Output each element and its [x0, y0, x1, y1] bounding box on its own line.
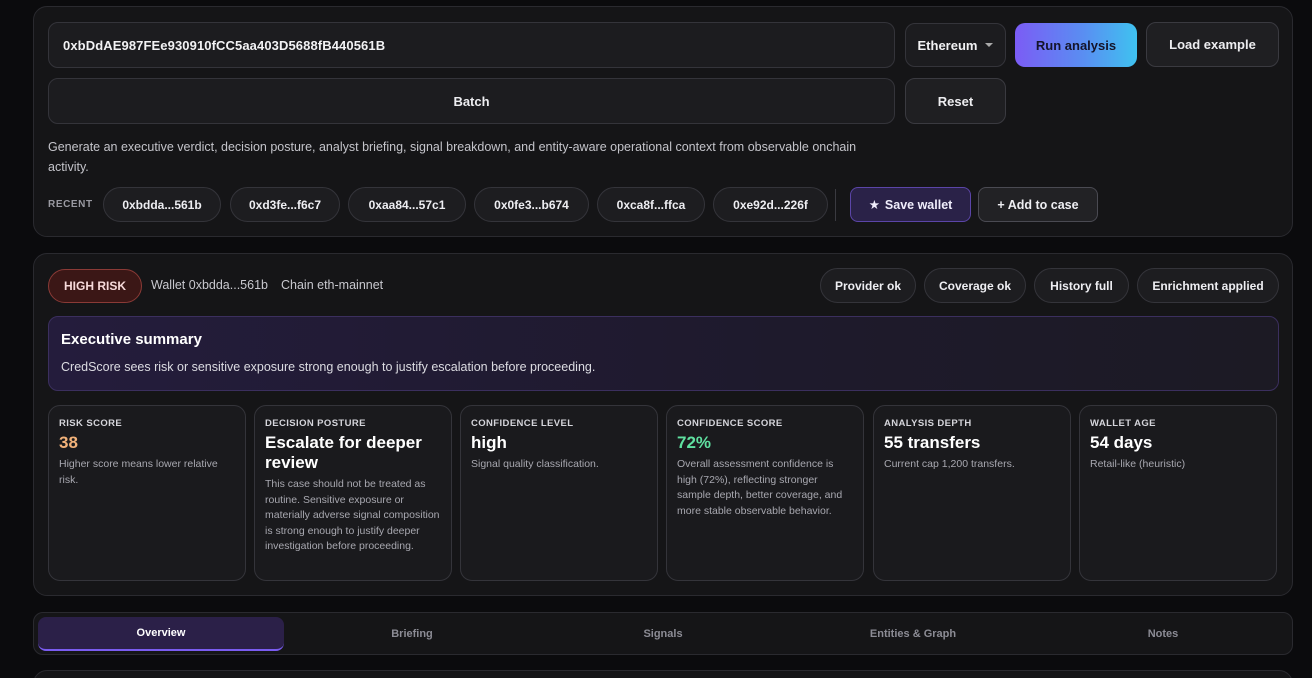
load-example-button[interactable]: Load example	[1146, 22, 1279, 67]
recent-wallet-chip[interactable]: 0xbdda...561b	[103, 187, 221, 222]
chevron-down-icon	[985, 43, 994, 47]
metric-value: 38	[59, 433, 78, 452]
metric-value: 72%	[677, 433, 712, 452]
metric-label: DECISION POSTURE	[265, 418, 366, 429]
result-tab-bar: Overview Briefing Signals Entities & Gra…	[33, 612, 1293, 655]
analysis-result-panel: HIGH RISK Wallet 0xbdda...561b Chain eth…	[33, 253, 1293, 596]
tab-overview[interactable]: Overview	[38, 617, 284, 651]
tab-content-panel	[33, 670, 1293, 678]
metric-value: 54 days	[1090, 433, 1153, 452]
metric-description: Retail-like (heuristic)	[1090, 458, 1186, 470]
risk-level-badge: HIGH RISK	[48, 269, 142, 303]
executive-summary: Executive summary CredScore sees risk or…	[48, 316, 1279, 391]
metric-description: This case should not be treated as routi…	[265, 478, 440, 552]
wallet-meta: Wallet 0xbdda...561b	[151, 278, 268, 292]
analysis-input-panel: 0xbDdAE987FEe930910fCC5aa403D5688fB44056…	[33, 6, 1293, 237]
metric-value: 55 transfers	[884, 433, 981, 452]
metric-description: Current cap 1,200 transfers.	[884, 458, 1015, 470]
recent-wallet-chip[interactable]: 0xd3fe...f6c7	[230, 187, 340, 222]
recent-wallet-chip[interactable]: 0xaa84...57c1	[348, 187, 466, 222]
metric-description: Overall assessment confidence is high (7…	[677, 458, 843, 517]
metric-card-wallet-age: WALLET AGE 54 days Retail-like (heuristi…	[1079, 405, 1277, 581]
metric-label: CONFIDENCE LEVEL	[471, 418, 574, 429]
metric-description: Higher score means lower relative risk.	[59, 458, 218, 486]
metric-description: Signal quality classification.	[471, 458, 599, 470]
star-icon: ★	[868, 198, 880, 212]
metric-card-confidence-score: CONFIDENCE SCORE 72% Overall assessment …	[666, 405, 864, 581]
status-chip-history: History full	[1034, 268, 1129, 303]
tab-entities-graph[interactable]: Entities & Graph	[790, 617, 1036, 651]
chain-select-value: Ethereum	[917, 37, 978, 53]
metric-label: CONFIDENCE SCORE	[677, 418, 783, 429]
recent-wallet-chip[interactable]: 0xca8f...ffca	[597, 187, 705, 222]
executive-summary-text: CredScore sees risk or sensitive exposur…	[61, 360, 596, 374]
chain-select[interactable]: Ethereum	[905, 23, 1006, 67]
wallet-address-input[interactable]: 0xbDdAE987FEe930910fCC5aa403D5688fB44056…	[48, 22, 895, 68]
metric-value: Escalate for deeper review	[265, 433, 422, 472]
metric-value: high	[471, 433, 507, 452]
metric-card-confidence-level: CONFIDENCE LEVEL high Signal quality cla…	[460, 405, 658, 581]
metric-label: RISK SCORE	[59, 418, 123, 429]
batch-button[interactable]: Batch	[48, 78, 895, 124]
metric-label: ANALYSIS DEPTH	[884, 418, 972, 429]
tab-signals[interactable]: Signals	[540, 617, 786, 651]
metric-card-analysis-depth: ANALYSIS DEPTH 55 transfers Current cap …	[873, 405, 1071, 581]
reset-button[interactable]: Reset	[905, 78, 1006, 124]
status-chip-coverage: Coverage ok	[924, 268, 1026, 303]
metric-card-risk-score: RISK SCORE 38 Higher score means lower r…	[48, 405, 246, 581]
divider	[835, 189, 836, 221]
status-chip-provider: Provider ok	[820, 268, 916, 303]
save-wallet-label: Save wallet	[884, 197, 953, 212]
tab-notes[interactable]: Notes	[1040, 617, 1286, 651]
save-wallet-button[interactable]: ★ Save wallet	[850, 187, 971, 222]
recent-label: RECENT	[48, 199, 93, 210]
tab-briefing[interactable]: Briefing	[289, 617, 535, 651]
metric-card-decision-posture: DECISION POSTURE Escalate for deeper rev…	[254, 405, 452, 581]
recent-wallet-chip[interactable]: 0x0fe3...b674	[474, 187, 589, 222]
analysis-description: Generate an executive verdict, decision …	[48, 140, 857, 174]
run-analysis-button[interactable]: Run analysis	[1015, 23, 1137, 67]
executive-summary-title: Executive summary	[61, 331, 202, 348]
metric-label: WALLET AGE	[1090, 418, 1156, 429]
recent-wallet-chip[interactable]: 0xe92d...226f	[713, 187, 828, 222]
add-to-case-button[interactable]: + Add to case	[978, 187, 1098, 222]
chain-meta: Chain eth-mainnet	[281, 278, 384, 292]
status-chip-enrichment: Enrichment applied	[1137, 268, 1279, 303]
